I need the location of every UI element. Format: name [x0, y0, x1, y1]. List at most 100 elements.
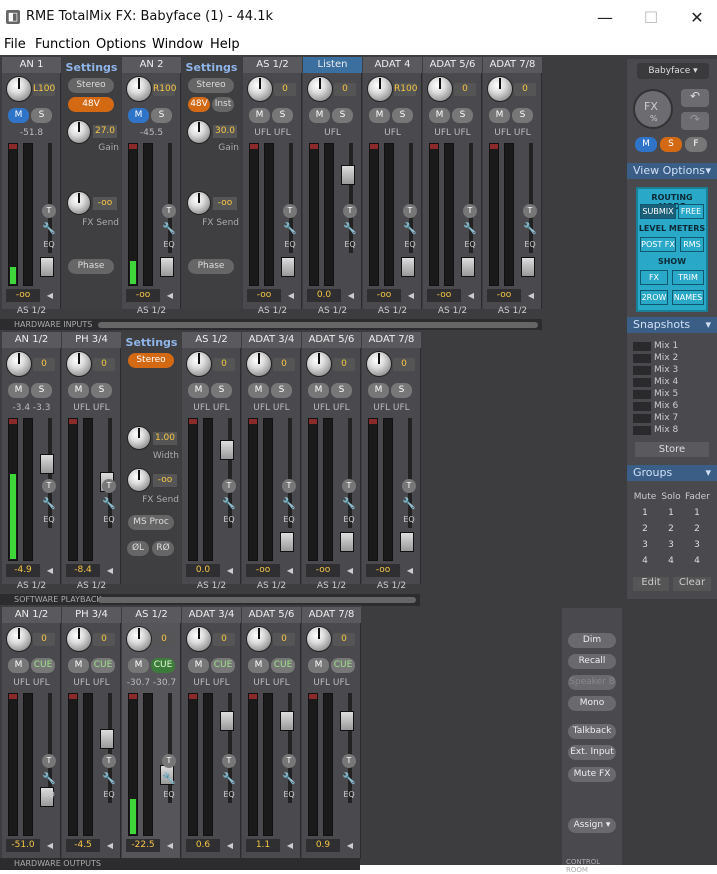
master-mute-button[interactable]: M: [635, 137, 657, 152]
fader-handle[interactable]: [280, 711, 294, 731]
wrench-icon[interactable]: 🔧: [523, 222, 537, 236]
mute-button[interactable]: M: [429, 108, 450, 123]
solo-button[interactable]: S: [512, 108, 533, 123]
mute-button[interactable]: M: [489, 108, 510, 123]
fx-send-knob[interactable]: [67, 191, 91, 215]
fx-knob[interactable]: FX %: [633, 89, 673, 129]
group-cell[interactable]: 1: [685, 508, 709, 518]
fader-arrow-icon[interactable]: ◀: [43, 839, 57, 852]
talkback-button[interactable]: Talkback: [568, 724, 616, 739]
pan-knob[interactable]: [6, 626, 32, 652]
fader-handle[interactable]: [40, 257, 54, 277]
routing-label[interactable]: AS 1/2: [2, 581, 61, 591]
gain-knob[interactable]: [67, 120, 91, 144]
phase-left-button[interactable]: ØL: [127, 541, 149, 556]
channel-name[interactable]: AS 1/2: [182, 332, 241, 348]
fader-handle[interactable]: [280, 532, 294, 552]
group-cell[interactable]: 4: [633, 556, 657, 566]
pan-knob[interactable]: [367, 76, 393, 102]
snapshot-item[interactable]: Mix 6: [633, 401, 709, 412]
channel-name[interactable]: AN 2: [122, 57, 181, 73]
fader-arrow-icon[interactable]: ◀: [223, 564, 237, 577]
wrench-icon[interactable]: 🔧: [162, 772, 176, 786]
wrench-icon[interactable]: 🔧: [283, 222, 297, 236]
group-cell[interactable]: 2: [685, 524, 709, 534]
pan-knob[interactable]: [66, 351, 92, 377]
solo-button[interactable]: S: [151, 108, 172, 123]
pan-knob[interactable]: [247, 76, 273, 102]
routing-label[interactable]: AS 1/2: [62, 581, 121, 591]
minimize-button[interactable]: —: [590, 6, 620, 30]
channel-name[interactable]: PH 3/4: [62, 332, 121, 348]
phase-button[interactable]: Phase: [68, 259, 114, 274]
trim-icon[interactable]: T: [463, 204, 477, 218]
trim-icon[interactable]: T: [222, 479, 236, 493]
channel-name[interactable]: ADAT 7/8: [362, 332, 421, 348]
undo-icon[interactable]: ↶: [681, 89, 709, 107]
channel-name[interactable]: AN 1: [2, 57, 61, 73]
solo-button[interactable]: S: [272, 108, 293, 123]
two-row-button[interactable]: 2ROW: [640, 290, 668, 305]
phantom-48v-button[interactable]: 48V: [68, 97, 114, 112]
solo-button[interactable]: S: [452, 108, 473, 123]
fader-handle[interactable]: [521, 257, 535, 277]
mute-button[interactable]: M: [308, 383, 329, 398]
fader-handle[interactable]: [220, 711, 234, 731]
snapshot-item[interactable]: Mix 3: [633, 365, 709, 376]
menu-window[interactable]: Window: [152, 37, 203, 52]
pan-knob[interactable]: [306, 626, 332, 652]
solo-button[interactable]: S: [332, 108, 353, 123]
mute-button[interactable]: M: [8, 108, 29, 123]
wrench-icon[interactable]: 🔧: [463, 222, 477, 236]
trim-icon[interactable]: T: [162, 204, 176, 218]
eq-button[interactable]: EQ: [40, 515, 58, 527]
trim-icon[interactable]: T: [42, 479, 56, 493]
fader-arrow-icon[interactable]: ◀: [343, 564, 357, 577]
channel-name[interactable]: ADAT 7/8: [302, 607, 361, 623]
eq-button[interactable]: EQ: [160, 790, 178, 802]
eq-button[interactable]: EQ: [280, 515, 298, 527]
width-knob[interactable]: [127, 426, 151, 450]
fader-handle[interactable]: [400, 532, 414, 552]
fx-send-knob[interactable]: [127, 468, 151, 492]
fader-arrow-icon[interactable]: ◀: [223, 839, 237, 852]
mono-button[interactable]: Mono: [568, 696, 616, 711]
cue-button[interactable]: CUE: [271, 658, 295, 673]
fx-send-knob[interactable]: [187, 191, 211, 215]
fader-handle[interactable]: [281, 257, 295, 277]
channel-name[interactable]: AN 1/2: [2, 607, 61, 623]
mute-button[interactable]: M: [308, 658, 329, 673]
wrench-icon[interactable]: 🔧: [342, 772, 356, 786]
channel-name[interactable]: PH 3/4: [62, 607, 121, 623]
fader-handle[interactable]: [160, 257, 174, 277]
channel-name[interactable]: ADAT 4: [363, 57, 422, 73]
channel-name[interactable]: ADAT 7/8: [483, 57, 542, 73]
wrench-icon[interactable]: 🔧: [42, 222, 56, 236]
eq-button[interactable]: EQ: [521, 240, 539, 252]
pan-knob[interactable]: [307, 76, 333, 102]
mute-button[interactable]: M: [188, 383, 209, 398]
trim-icon[interactable]: T: [343, 204, 357, 218]
pan-knob[interactable]: [6, 351, 32, 377]
trim-icon[interactable]: T: [523, 204, 537, 218]
channel-name[interactable]: ADAT 5/6: [423, 57, 482, 73]
fader-handle[interactable]: [401, 257, 415, 277]
show-fx-button[interactable]: FX: [640, 270, 668, 285]
snapshots-header[interactable]: Snapshots: [627, 317, 717, 333]
mute-button[interactable]: M: [249, 108, 270, 123]
solo-button[interactable]: S: [211, 383, 232, 398]
fader-arrow-icon[interactable]: ◀: [103, 564, 117, 577]
pan-knob[interactable]: [306, 351, 332, 377]
maximize-button[interactable]: ☐: [636, 6, 666, 30]
solo-button[interactable]: S: [31, 108, 52, 123]
solo-button[interactable]: S: [392, 108, 413, 123]
snapshot-item[interactable]: Mix 4: [633, 377, 709, 388]
group-cell[interactable]: 4: [685, 556, 709, 566]
assign-button[interactable]: Assign ▾: [568, 818, 616, 833]
master-fader-button[interactable]: F: [685, 137, 707, 152]
routing-label[interactable]: AS 1/2: [302, 581, 361, 591]
store-button[interactable]: Store: [635, 442, 709, 457]
fader-arrow-icon[interactable]: ◀: [43, 564, 57, 577]
ext-input-button[interactable]: Ext. Input: [568, 745, 616, 760]
channel-name[interactable]: ADAT 5/6: [302, 332, 361, 348]
